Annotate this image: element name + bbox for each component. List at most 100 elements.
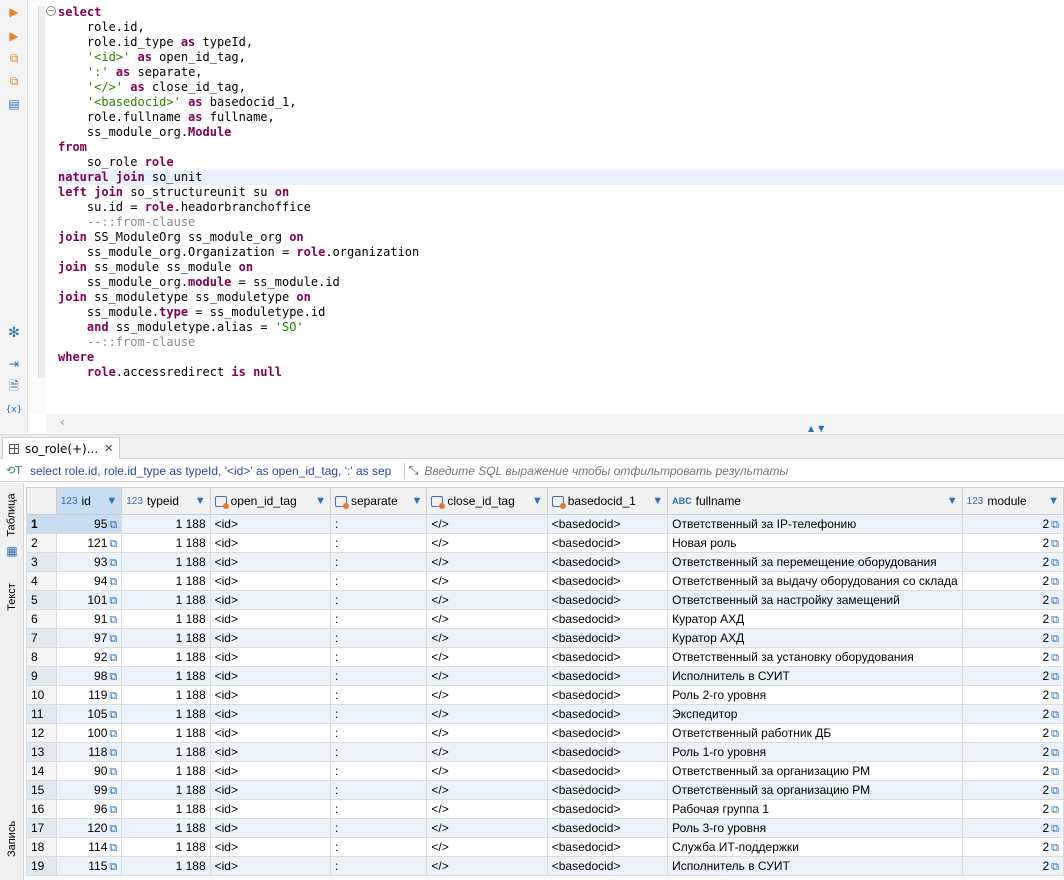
- table-cell[interactable]: <id>: [209, 647, 331, 667]
- table-cell[interactable]: :: [329, 704, 428, 724]
- table-cell[interactable]: </>: [426, 514, 548, 534]
- column-filter-icon[interactable]: ▼: [195, 495, 206, 507]
- table-cell[interactable]: Роль 2-го уровня: [667, 685, 963, 705]
- link-icon[interactable]: ⧉: [109, 709, 117, 721]
- filter-input[interactable]: [424, 463, 1064, 478]
- table-cell[interactable]: <basedocid>: [546, 628, 669, 648]
- code-line[interactable]: '<id>' as open_id_tag,: [58, 50, 1064, 65]
- table-cell[interactable]: Роль 3-го уровня: [667, 818, 963, 838]
- table-cell[interactable]: <basedocid>: [546, 780, 669, 800]
- table-cell[interactable]: 1 188: [121, 647, 211, 667]
- table-cell[interactable]: <id>: [209, 837, 331, 857]
- table-cell[interactable]: Ответственный за настройку замещений: [667, 590, 963, 610]
- table-cell[interactable]: 2 ⧉: [961, 856, 1064, 876]
- link-icon[interactable]: ⧉: [1051, 538, 1059, 550]
- table-cell[interactable]: Ответственный за выдачу оборудования со …: [667, 571, 963, 591]
- table-cell[interactable]: 1 188: [121, 590, 211, 610]
- link-icon[interactable]: ⧉: [1051, 785, 1059, 797]
- column-header-typeid[interactable]: 123 typeid ▼: [121, 487, 211, 515]
- column-header-close-id-tag[interactable]: close_id_tag ▼: [426, 487, 548, 515]
- table-row[interactable]: 17 120 ⧉ 1 188 <id>: </> <basedocid> Роль 3-го …: [26, 818, 1064, 838]
- results-grid[interactable]: 123 id ▼ 123 typeid ▼ open_id_tag ▼ separate ▼ clo…: [26, 487, 1064, 880]
- table-cell[interactable]: <basedocid>: [546, 856, 669, 876]
- table-row[interactable]: 16 96 ⧉ 1 188 <id>: </> <basedocid> Рабочая гру…: [26, 799, 1064, 819]
- table-cell[interactable]: <id>: [209, 818, 331, 838]
- panel-resize-arrows-icon[interactable]: ▲▼: [808, 424, 828, 433]
- table-cell[interactable]: Куратор АХД: [667, 628, 963, 648]
- table-cell[interactable]: 2 ⧉: [961, 780, 1064, 800]
- table-cell[interactable]: </>: [426, 704, 548, 724]
- close-icon[interactable]: ✕: [104, 442, 113, 455]
- table-cell[interactable]: 1 188: [121, 742, 211, 762]
- column-filter-icon[interactable]: ▼: [1048, 495, 1059, 507]
- table-cell[interactable]: <basedocid>: [546, 723, 669, 743]
- table-cell[interactable]: 1 188: [121, 628, 211, 648]
- code-line[interactable]: from: [58, 140, 1064, 155]
- column-header-open-id-tag[interactable]: open_id_tag ▼: [209, 487, 331, 515]
- save-icon[interactable]: 🗎: [6, 379, 22, 395]
- table-row[interactable]: 6 91 ⧉ 1 188 <id>: </> <basedocid> Куратор АХД 2…: [26, 609, 1064, 629]
- link-icon[interactable]: ⧉: [1051, 709, 1059, 721]
- table-cell[interactable]: 1 188: [121, 723, 211, 743]
- table-cell[interactable]: 90 ⧉: [55, 761, 123, 781]
- corner-cell[interactable]: [26, 487, 57, 515]
- expand-icon[interactable]: ⤡: [409, 463, 419, 478]
- table-cell[interactable]: 97 ⧉: [55, 628, 123, 648]
- table-cell[interactable]: Экспедитор: [667, 704, 963, 724]
- table-cell[interactable]: 2 ⧉: [961, 685, 1064, 705]
- table-cell[interactable]: </>: [426, 666, 548, 686]
- table-row[interactable]: 2 121 ⧉ 1 188 <id>: </> <basedocid> Новая роль 2…: [26, 533, 1064, 553]
- link-icon[interactable]: ⧉: [109, 652, 117, 664]
- column-filter-icon[interactable]: ▼: [532, 495, 543, 507]
- row-number[interactable]: 17: [26, 818, 57, 838]
- link-icon[interactable]: ⧉: [1051, 595, 1059, 607]
- table-cell[interactable]: 2 ⧉: [961, 647, 1064, 667]
- table-cell[interactable]: :: [329, 571, 428, 591]
- scroll-left-icon[interactable]: ‹: [60, 415, 65, 429]
- table-cell[interactable]: </>: [426, 552, 548, 572]
- table-cell[interactable]: </>: [426, 685, 548, 705]
- column-header-module[interactable]: 123 module ▼: [961, 487, 1064, 515]
- table-cell[interactable]: 2 ⧉: [961, 742, 1064, 762]
- table-cell[interactable]: 100 ⧉: [55, 723, 123, 743]
- table-cell[interactable]: <basedocid>: [546, 818, 669, 838]
- table-cell[interactable]: Ответственный за IP-телефонию: [667, 514, 963, 534]
- link-icon[interactable]: ⧉: [1051, 823, 1059, 835]
- execute-icon[interactable]: ▶: [6, 4, 22, 20]
- column-header-fullname[interactable]: ABC fullname ▼: [667, 487, 963, 515]
- code-line[interactable]: role.fullname as fullname,: [58, 110, 1064, 125]
- table-cell[interactable]: </>: [426, 780, 548, 800]
- table-cell[interactable]: 2 ⧉: [961, 514, 1064, 534]
- table-row[interactable]: 4 94 ⧉ 1 188 <id>: </> <basedocid> Ответственны…: [26, 571, 1064, 591]
- table-cell[interactable]: 1 188: [121, 761, 211, 781]
- row-number[interactable]: 10: [26, 685, 57, 705]
- table-cell[interactable]: :: [329, 666, 428, 686]
- table-cell[interactable]: </>: [426, 590, 548, 610]
- link-icon[interactable]: ⧉: [109, 557, 117, 569]
- table-row[interactable]: 1 95 ⧉ 1 188 <id>: </> <basedocid> Ответственны…: [26, 514, 1064, 534]
- sql-editor[interactable]: ▶ ▶ ⧉ ⧉ ▤ ✻ ⇥ 🗎 {x} − select role.id, ro…: [0, 0, 1064, 433]
- column-filter-icon[interactable]: ▼: [106, 495, 117, 507]
- link-icon[interactable]: ⧉: [109, 614, 117, 626]
- link-icon[interactable]: ⧉: [109, 538, 117, 550]
- table-cell[interactable]: 93 ⧉: [55, 552, 123, 572]
- table-cell[interactable]: 2 ⧉: [961, 723, 1064, 743]
- link-icon[interactable]: ⧉: [109, 671, 117, 683]
- table-cell[interactable]: 115 ⧉: [55, 856, 123, 876]
- table-cell[interactable]: </>: [426, 818, 548, 838]
- table-cell[interactable]: 1 188: [121, 837, 211, 857]
- sql-code[interactable]: select role.id, role.id_type as typeId, …: [58, 5, 1064, 380]
- table-cell[interactable]: :: [329, 685, 428, 705]
- table-row[interactable]: 15 99 ⧉ 1 188 <id>: </> <basedocid> Ответственн…: [26, 780, 1064, 800]
- link-icon[interactable]: ⧉: [1051, 576, 1059, 588]
- table-cell[interactable]: Ответственный за организацию РМ: [667, 780, 963, 800]
- link-icon[interactable]: ⧉: [1051, 766, 1059, 778]
- column-header-basedocid-1[interactable]: basedocid_1 ▼: [546, 487, 669, 515]
- row-number[interactable]: 18: [26, 837, 57, 857]
- table-row[interactable]: 19 115 ⧉ 1 188 <id>: </> <basedocid> Исполнител…: [26, 856, 1064, 876]
- settings-icon[interactable]: ✻: [6, 325, 22, 341]
- row-number[interactable]: 12: [26, 723, 57, 743]
- table-cell[interactable]: </>: [426, 723, 548, 743]
- table-cell[interactable]: <basedocid>: [546, 761, 669, 781]
- table-cell[interactable]: 114 ⧉: [55, 837, 123, 857]
